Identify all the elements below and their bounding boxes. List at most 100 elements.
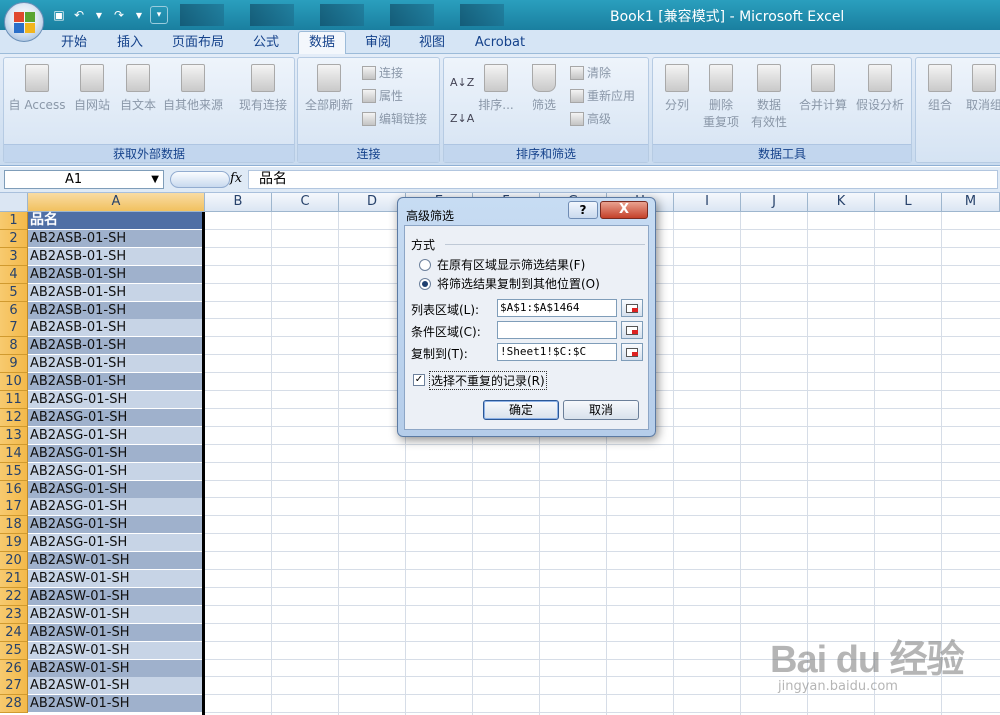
select-all-corner[interactable] xyxy=(0,193,28,212)
table-cell[interactable]: AB2ASB-01-SH xyxy=(28,373,203,392)
tab-acrobat[interactable]: Acrobat xyxy=(468,34,532,54)
table-cell[interactable]: AB2ASB-01-SH xyxy=(28,355,203,374)
row-header[interactable]: 11 xyxy=(0,391,28,409)
table-cell[interactable]: AB2ASW-01-SH xyxy=(28,587,203,606)
formula-input[interactable]: 品名 xyxy=(248,170,998,189)
refresh-all-button[interactable]: 全部刷新 xyxy=(300,64,358,113)
table-cell[interactable]: AB2ASW-01-SH xyxy=(28,552,203,571)
list-range-input[interactable]: $A$1:$A$1464 xyxy=(497,299,617,317)
table-cell[interactable]: AB2ASW-01-SH xyxy=(28,570,203,588)
table-cell[interactable]: AB2ASG-01-SH xyxy=(28,534,203,553)
what-if-analysis-button[interactable]: 假设分析 xyxy=(851,64,909,113)
remove-duplicates-button[interactable]: 删除 重复项 xyxy=(699,64,743,130)
close-button[interactable]: X xyxy=(600,201,648,219)
row-header[interactable]: 25 xyxy=(0,641,28,660)
tab-review[interactable]: 审阅 xyxy=(356,34,400,54)
group-button[interactable]: 组合 xyxy=(920,64,960,113)
row-header[interactable]: 28 xyxy=(0,695,28,714)
sort-button[interactable]: 排序... xyxy=(474,64,518,113)
row-header[interactable]: 5 xyxy=(0,283,28,302)
table-cell[interactable]: AB2ASW-01-SH xyxy=(28,695,203,714)
clear-filter-button[interactable]: 清除 xyxy=(570,64,611,81)
table-cell[interactable]: AB2ASB-01-SH xyxy=(28,319,203,338)
table-cell[interactable]: AB2ASW-01-SH xyxy=(28,605,203,624)
properties-button[interactable]: 属性 xyxy=(362,87,403,104)
tab-data[interactable]: 数据 xyxy=(298,31,346,55)
table-cell[interactable]: AB2ASW-01-SH xyxy=(28,659,203,678)
table-cell[interactable]: AB2ASB-01-SH xyxy=(28,301,203,320)
table-cell[interactable]: AB2ASB-01-SH xyxy=(28,265,203,284)
header-cell[interactable]: 品名 xyxy=(28,212,203,230)
ungroup-button[interactable]: 取消组 xyxy=(962,64,1000,113)
row-header[interactable]: 20 xyxy=(0,552,28,571)
customize-qat-icon[interactable]: ▾ xyxy=(150,6,168,24)
collapse-dialog-icon[interactable] xyxy=(621,321,643,339)
insert-function-button[interactable]: fx xyxy=(230,171,242,186)
consolidate-button[interactable]: 合并计算 xyxy=(795,64,851,113)
row-header[interactable]: 26 xyxy=(0,659,28,678)
row-header[interactable]: 2 xyxy=(0,229,28,248)
row-header[interactable]: 9 xyxy=(0,355,28,374)
row-header[interactable]: 8 xyxy=(0,337,28,356)
row-header[interactable]: 7 xyxy=(0,319,28,338)
redo-icon[interactable]: ↷ xyxy=(110,6,128,24)
tab-view[interactable]: 视图 xyxy=(410,34,454,54)
data-validation-button[interactable]: 数据 有效性 xyxy=(745,64,793,130)
row-header[interactable]: 27 xyxy=(0,677,28,696)
help-button[interactable]: ? xyxy=(568,201,598,219)
collapse-dialog-icon[interactable] xyxy=(621,343,643,361)
row-header[interactable]: 23 xyxy=(0,605,28,624)
row-header[interactable]: 1 xyxy=(0,212,28,230)
table-cell[interactable]: AB2ASG-01-SH xyxy=(28,444,203,463)
row-header[interactable]: 16 xyxy=(0,480,28,499)
table-cell[interactable]: AB2ASG-01-SH xyxy=(28,426,203,445)
column-header-m[interactable]: M xyxy=(942,193,1000,212)
option-in-place-radio[interactable]: 在原有区域显示筛选结果(F) xyxy=(419,256,585,273)
reapply-button[interactable]: 重新应用 xyxy=(570,87,635,104)
row-header[interactable]: 3 xyxy=(0,247,28,266)
table-cell[interactable]: AB2ASW-01-SH xyxy=(28,641,203,660)
row-header[interactable]: 19 xyxy=(0,534,28,553)
table-cell[interactable]: AB2ASB-01-SH xyxy=(28,247,203,266)
filter-button[interactable]: 筛选 xyxy=(524,64,564,113)
row-header[interactable]: 21 xyxy=(0,570,28,588)
option-copy-radio[interactable]: 将筛选结果复制到其他位置(O) xyxy=(419,275,600,292)
column-header-j[interactable]: J xyxy=(741,193,808,212)
column-header-l[interactable]: L xyxy=(875,193,942,212)
tab-page-layout[interactable]: 页面布局 xyxy=(164,34,232,54)
name-box-dropdown-icon[interactable]: ▼ xyxy=(151,171,159,188)
row-header[interactable]: 24 xyxy=(0,623,28,642)
tab-formulas[interactable]: 公式 xyxy=(244,34,288,54)
unique-records-label[interactable]: 选择不重复的记录(R) xyxy=(429,371,547,390)
row-header[interactable]: 4 xyxy=(0,265,28,284)
row-header[interactable]: 6 xyxy=(0,301,28,320)
radio-button-selected[interactable] xyxy=(419,277,431,290)
row-header[interactable]: 13 xyxy=(0,426,28,445)
column-header-a[interactable]: A xyxy=(28,193,205,212)
table-cell[interactable]: AB2ASG-01-SH xyxy=(28,516,203,535)
tab-home[interactable]: 开始 xyxy=(52,34,96,54)
office-button[interactable] xyxy=(4,2,44,42)
connections-button[interactable]: 连接 xyxy=(362,64,403,81)
undo-icon[interactable]: ↶ xyxy=(70,6,88,24)
undo-dropdown-icon[interactable]: ▼ xyxy=(90,6,108,24)
table-cell[interactable]: AB2ASG-01-SH xyxy=(28,408,203,427)
row-header[interactable]: 10 xyxy=(0,373,28,392)
table-cell[interactable]: AB2ASG-01-SH xyxy=(28,391,203,409)
table-cell[interactable]: AB2ASG-01-SH xyxy=(28,462,203,481)
sort-desc-button[interactable]: Z↓A xyxy=(450,112,474,125)
edit-links-button[interactable]: 编辑链接 xyxy=(362,110,427,127)
name-box[interactable]: A1 ▼ xyxy=(4,170,164,189)
table-cell[interactable]: AB2ASB-01-SH xyxy=(28,229,203,248)
tab-insert[interactable]: 插入 xyxy=(108,34,152,54)
radio-button[interactable] xyxy=(419,258,431,271)
advanced-filter-button[interactable]: 高级 xyxy=(570,110,611,127)
table-cell[interactable]: AB2ASG-01-SH xyxy=(28,480,203,499)
table-cell[interactable]: AB2ASB-01-SH xyxy=(28,283,203,302)
from-access-button[interactable]: 自 Access xyxy=(8,64,66,113)
column-header-d[interactable]: D xyxy=(339,193,406,212)
cancel-button[interactable]: 取消 xyxy=(563,400,639,420)
table-cell[interactable]: AB2ASW-01-SH xyxy=(28,623,203,642)
column-header-c[interactable]: C xyxy=(272,193,339,212)
from-other-sources-button[interactable]: 自其他来源 xyxy=(160,64,226,113)
